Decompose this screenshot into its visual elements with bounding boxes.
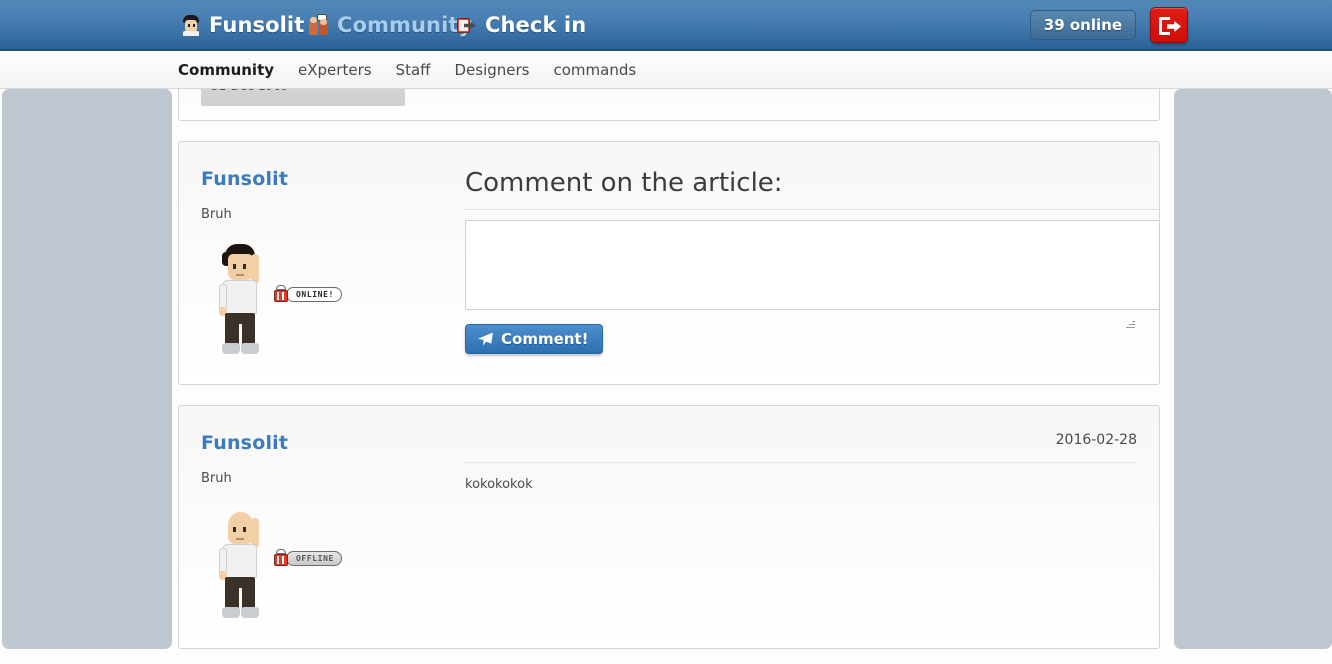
avatar: [213, 244, 271, 359]
subnav-item-community[interactable]: Community: [178, 61, 298, 79]
author-motto: Bruh: [201, 207, 232, 222]
logout-icon: [1159, 17, 1181, 35]
subnav-item-experters[interactable]: eXperters: [298, 61, 396, 79]
nav-community-label: Community: [337, 13, 473, 37]
avatar-head-icon: [180, 14, 202, 36]
secondary-nav-items: Community eXperters Staff Designers comm…: [178, 51, 660, 89]
comment-author-motto: Bruh: [201, 471, 232, 486]
submit-comment-label: Comment!: [501, 330, 589, 348]
secondary-nav-bar: Community eXperters Staff Designers comm…: [0, 51, 1332, 89]
right-side-panel: [1174, 89, 1332, 649]
status-badge: ONLINE!: [273, 285, 342, 303]
brand-link-funsolit[interactable]: Funsolit: [180, 9, 304, 41]
comment-divider: [465, 462, 1137, 463]
soda-can-icon: [273, 285, 289, 303]
paper-plane-icon: [478, 332, 493, 346]
avatar: [213, 508, 271, 623]
online-count-badge[interactable]: 39 online: [1029, 10, 1136, 40]
brand-label: Funsolit: [209, 13, 305, 37]
submit-comment-button[interactable]: Comment!: [465, 324, 604, 354]
online-count-label: 39 online: [1043, 16, 1122, 34]
top-header-bar: Funsolit Community Check in 39 online: [0, 0, 1332, 51]
comment-form-row: Funsolit Bruh ONLINE! Comment on the art…: [179, 142, 1160, 384]
comment-form-panel: Comment on the article: Comment!: [445, 168, 1160, 362]
subnav-item-designers[interactable]: Designers: [454, 61, 553, 79]
article-stub-box[interactable]: ROTW Park! 31-Dec-1969: [201, 89, 405, 106]
logout-button[interactable]: [1150, 7, 1188, 43]
author-avatar-row: ONLINE!: [201, 244, 445, 362]
status-badge-label: ONLINE!: [286, 286, 342, 302]
article-stub-card: ROTW Park! 31-Dec-1969: [178, 89, 1160, 121]
nav-link-community[interactable]: Community: [308, 9, 472, 41]
status-badge-label: OFFLINE: [286, 550, 342, 566]
status-badge: OFFLINE: [273, 549, 342, 567]
article-stub-date: 31-Dec-1969: [211, 89, 395, 95]
comment-input[interactable]: [465, 220, 1160, 310]
nav-link-checkin[interactable]: Check in: [456, 9, 586, 41]
comment-author: Funsolit Bruh OFFLINE: [201, 432, 445, 626]
comment-row: Funsolit Bruh OFFLINE 2016-02-28 kokokok…: [179, 406, 1159, 648]
comment-author-username[interactable]: Funsolit: [201, 432, 445, 454]
subnav-item-staff[interactable]: Staff: [396, 61, 455, 79]
left-side-panel: [2, 89, 172, 649]
soda-can-icon: [273, 549, 289, 567]
nav-checkin-label: Check in: [485, 13, 587, 37]
main-content-column: ROTW Park! 31-Dec-1969 Funsolit Bruh: [178, 89, 1160, 664]
comment-content: 2016-02-28 kokokokok: [445, 432, 1137, 626]
people-group-icon: [308, 14, 330, 36]
comment-card: Funsolit Bruh OFFLINE 2016-02-28 kokokok…: [178, 405, 1160, 649]
author-username[interactable]: Funsolit: [201, 168, 445, 190]
page-body: ROTW Park! 31-Dec-1969 Funsolit Bruh: [0, 89, 1332, 664]
door-enter-icon: [456, 14, 478, 36]
comment-text: kokokokok: [465, 477, 533, 492]
comment-form-card: Funsolit Bruh ONLINE! Comment on the art…: [178, 141, 1160, 385]
comment-form-title: Comment on the article:: [465, 168, 1160, 210]
comment-author-avatar-row: OFFLINE: [201, 508, 445, 626]
textarea-resize-handle[interactable]: [1124, 318, 1135, 329]
subnav-item-commands[interactable]: commands: [553, 61, 660, 79]
comment-date: 2016-02-28: [1055, 432, 1137, 448]
comment-form-author: Funsolit Bruh ONLINE!: [201, 168, 445, 362]
